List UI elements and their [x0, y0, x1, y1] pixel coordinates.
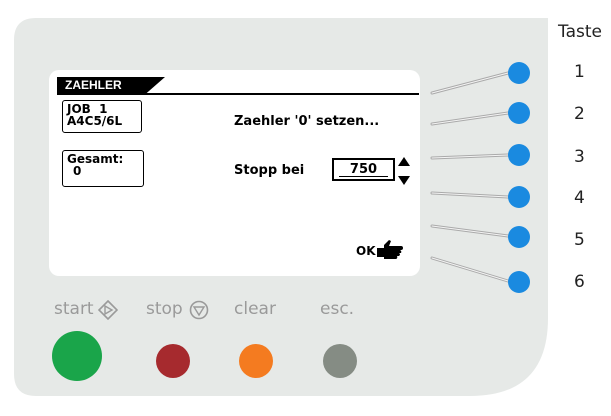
stop-at-field[interactable]: 750 [332, 158, 395, 181]
softkey-number-2: 2 [574, 104, 585, 124]
softkey-number-1: 1 [574, 62, 585, 82]
title-underline [57, 93, 419, 95]
circle-triangle-down-icon [189, 300, 209, 320]
reset-counter-option[interactable]: Zaehler '0' setzen... [234, 114, 379, 129]
spin-down-arrow-icon[interactable] [397, 174, 411, 186]
softkey-5[interactable] [508, 226, 530, 248]
total-value: 0 [73, 164, 82, 178]
total-box: Gesamt: 0 [62, 150, 144, 187]
softkey-number-5: 5 [574, 230, 585, 250]
stop-label: stop [146, 299, 183, 319]
job-format: A4C5/6L [67, 114, 123, 128]
clear-label: clear [234, 299, 276, 319]
softkey-1[interactable] [508, 62, 530, 84]
softkey-number-3: 3 [574, 147, 585, 167]
esc-button[interactable] [323, 344, 357, 378]
softkey-number-6: 6 [574, 272, 585, 292]
softkey-header: Taste [558, 22, 602, 42]
stop-button[interactable] [156, 344, 190, 378]
ok-label[interactable]: OK [356, 244, 376, 258]
stop-at-label: Stopp bei [234, 163, 305, 178]
display-title: ZAEHLER [57, 77, 165, 94]
lcd-display: ZAEHLER JOB 1 A4C5/6L Gesamt: 0 Zaehler … [49, 70, 420, 276]
esc-label: esc. [320, 299, 355, 319]
job-box: JOB 1 A4C5/6L [62, 100, 142, 133]
spin-up-arrow-icon[interactable] [397, 156, 411, 168]
softkey-number-4: 4 [574, 188, 585, 208]
clear-button[interactable] [239, 344, 273, 378]
softkey-4[interactable] [508, 186, 530, 208]
start-label: start [54, 299, 94, 319]
pointing-hand-icon[interactable] [375, 236, 405, 262]
start-button[interactable] [52, 331, 102, 381]
softkey-3[interactable] [508, 144, 530, 166]
softkey-6[interactable] [508, 271, 530, 293]
softkey-2[interactable] [508, 102, 530, 124]
diamond-play-icon [98, 300, 118, 320]
